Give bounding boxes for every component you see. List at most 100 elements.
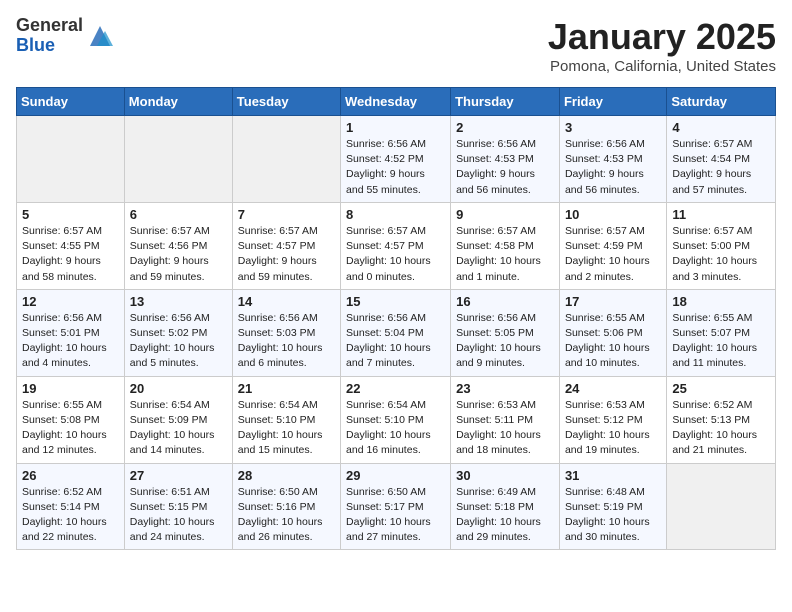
day-cell: 6Sunrise: 6:57 AM Sunset: 4:56 PM Daylig… [124,202,232,289]
day-number: 28 [238,468,335,483]
day-info: Sunrise: 6:55 AM Sunset: 5:07 PM Dayligh… [672,311,770,372]
day-info: Sunrise: 6:55 AM Sunset: 5:06 PM Dayligh… [565,311,661,372]
day-number: 5 [22,207,119,222]
day-cell [232,116,340,203]
day-info: Sunrise: 6:52 AM Sunset: 5:13 PM Dayligh… [672,398,770,459]
day-number: 17 [565,294,661,309]
day-info: Sunrise: 6:50 AM Sunset: 5:17 PM Dayligh… [346,485,445,546]
day-info: Sunrise: 6:52 AM Sunset: 5:14 PM Dayligh… [22,485,119,546]
day-cell: 9 Sunrise: 6:57 AM Sunset: 4:58 PM Daylig… [451,202,560,289]
day-number: 23 [456,381,554,396]
day-number: 3 [565,120,661,135]
day-number: 22 [346,381,445,396]
day-cell: 30 Sunrise: 6:49 AM Sunset: 5:18 PM Dayli… [451,463,560,550]
day-cell: 3 Sunrise: 6:56 AM Sunset: 4:53 PM Daylig… [559,116,666,203]
day-cell: 25 Sunrise: 6:52 AM Sunset: 5:13 PM Dayli… [667,376,776,463]
day-number: 10 [565,207,661,222]
location: Pomona, California, United States [548,58,776,75]
day-info: Sunrise: 6:56 AM Sunset: 4:53 PM Dayligh… [456,137,554,198]
week-row-5: 26 Sunrise: 6:52 AM Sunset: 5:14 PM Dayli… [17,463,776,550]
day-number: 6 [130,207,227,222]
day-info: Sunrise: 6:57 AM Sunset: 4:55 PM Dayligh… [22,224,119,285]
day-cell: 27 Sunrise: 6:51 AM Sunset: 5:15 PM Dayli… [124,463,232,550]
day-number: 24 [565,381,661,396]
day-info: Sunrise: 6:56 AM Sunset: 4:52 PM Dayligh… [346,137,445,198]
week-row-2: 5 Sunrise: 6:57 AM Sunset: 4:55 PM Daylig… [17,202,776,289]
calendar: SundayMondayTuesdayWednesdayThursdayFrid… [16,87,776,550]
day-number: 27 [130,468,227,483]
day-cell: 18 Sunrise: 6:55 AM Sunset: 5:07 PM Dayli… [667,289,776,376]
weekday-header-sunday: Sunday [17,88,125,116]
day-number: 21 [238,381,335,396]
day-info: Sunrise: 6:54 AM Sunset: 5:10 PM Dayligh… [238,398,335,459]
day-info: Sunrise: 6:54 AM Sunset: 5:10 PM Dayligh… [346,398,445,459]
day-info: Sunrise: 6:57 AM Sunset: 4:57 PM Dayligh… [238,224,335,285]
day-number: 9 [456,207,554,222]
weekday-header-friday: Friday [559,88,666,116]
day-cell: 5 Sunrise: 6:57 AM Sunset: 4:55 PM Daylig… [17,202,125,289]
day-cell: 11Sunrise: 6:57 AM Sunset: 5:00 PM Dayli… [667,202,776,289]
day-cell: 22 Sunrise: 6:54 AM Sunset: 5:10 PM Dayli… [341,376,451,463]
day-number: 16 [456,294,554,309]
day-info: Sunrise: 6:56 AM Sunset: 5:01 PM Dayligh… [22,311,119,372]
day-number: 11 [672,207,770,222]
day-cell: 17 Sunrise: 6:55 AM Sunset: 5:06 PM Dayli… [559,289,666,376]
day-cell: 24Sunrise: 6:53 AM Sunset: 5:12 PM Dayli… [559,376,666,463]
day-number: 8 [346,207,445,222]
title-area: January 2025 Pomona, California, United … [548,16,776,75]
day-cell: 2 Sunrise: 6:56 AM Sunset: 4:53 PM Daylig… [451,116,560,203]
day-cell: 7 Sunrise: 6:57 AM Sunset: 4:57 PM Daylig… [232,202,340,289]
day-number: 19 [22,381,119,396]
day-info: Sunrise: 6:51 AM Sunset: 5:15 PM Dayligh… [130,485,227,546]
day-number: 13 [130,294,227,309]
day-info: Sunrise: 6:55 AM Sunset: 5:08 PM Dayligh… [22,398,119,459]
weekday-header-tuesday: Tuesday [232,88,340,116]
day-info: Sunrise: 6:56 AM Sunset: 4:53 PM Dayligh… [565,137,661,198]
day-cell: 15Sunrise: 6:56 AM Sunset: 5:04 PM Dayli… [341,289,451,376]
logo-blue-text: Blue [16,36,83,56]
day-cell: 23 Sunrise: 6:53 AM Sunset: 5:11 PM Dayli… [451,376,560,463]
day-cell: 4Sunrise: 6:57 AM Sunset: 4:54 PM Daylig… [667,116,776,203]
day-number: 15 [346,294,445,309]
day-cell: 28 Sunrise: 6:50 AM Sunset: 5:16 PM Dayli… [232,463,340,550]
day-info: Sunrise: 6:53 AM Sunset: 5:11 PM Dayligh… [456,398,554,459]
day-cell: 26 Sunrise: 6:52 AM Sunset: 5:14 PM Dayli… [17,463,125,550]
day-number: 18 [672,294,770,309]
day-cell: 1 Sunrise: 6:56 AM Sunset: 4:52 PM Daylig… [341,116,451,203]
day-number: 7 [238,207,335,222]
week-row-4: 19 Sunrise: 6:55 AM Sunset: 5:08 PM Dayli… [17,376,776,463]
day-info: Sunrise: 6:49 AM Sunset: 5:18 PM Dayligh… [456,485,554,546]
day-cell: 29 Sunrise: 6:50 AM Sunset: 5:17 PM Dayli… [341,463,451,550]
day-number: 20 [130,381,227,396]
day-cell: 8Sunrise: 6:57 AM Sunset: 4:57 PM Daylig… [341,202,451,289]
page-header: General Blue January 2025 Pomona, Califo… [16,16,776,75]
day-cell: 12 Sunrise: 6:56 AM Sunset: 5:01 PM Dayli… [17,289,125,376]
day-number: 12 [22,294,119,309]
logo-general-text: General [16,16,83,36]
day-info: Sunrise: 6:56 AM Sunset: 5:02 PM Dayligh… [130,311,227,372]
day-number: 25 [672,381,770,396]
day-number: 26 [22,468,119,483]
weekday-header-thursday: Thursday [451,88,560,116]
day-info: Sunrise: 6:57 AM Sunset: 4:54 PM Dayligh… [672,137,770,198]
day-number: 2 [456,120,554,135]
day-info: Sunrise: 6:56 AM Sunset: 5:03 PM Dayligh… [238,311,335,372]
day-cell: 16Sunrise: 6:56 AM Sunset: 5:05 PM Dayli… [451,289,560,376]
day-info: Sunrise: 6:50 AM Sunset: 5:16 PM Dayligh… [238,485,335,546]
day-number: 1 [346,120,445,135]
day-number: 14 [238,294,335,309]
weekday-header-monday: Monday [124,88,232,116]
day-number: 29 [346,468,445,483]
day-cell [124,116,232,203]
day-cell [17,116,125,203]
weekday-header-row: SundayMondayTuesdayWednesdayThursdayFrid… [17,88,776,116]
weekday-header-wednesday: Wednesday [341,88,451,116]
day-number: 30 [456,468,554,483]
day-cell: 14 Sunrise: 6:56 AM Sunset: 5:03 PM Dayli… [232,289,340,376]
day-info: Sunrise: 6:57 AM Sunset: 4:59 PM Dayligh… [565,224,661,285]
logo: General Blue [16,16,115,56]
day-info: Sunrise: 6:57 AM Sunset: 4:58 PM Dayligh… [456,224,554,285]
day-cell: 19 Sunrise: 6:55 AM Sunset: 5:08 PM Dayli… [17,376,125,463]
weekday-header-saturday: Saturday [667,88,776,116]
calendar-header: SundayMondayTuesdayWednesdayThursdayFrid… [17,88,776,116]
